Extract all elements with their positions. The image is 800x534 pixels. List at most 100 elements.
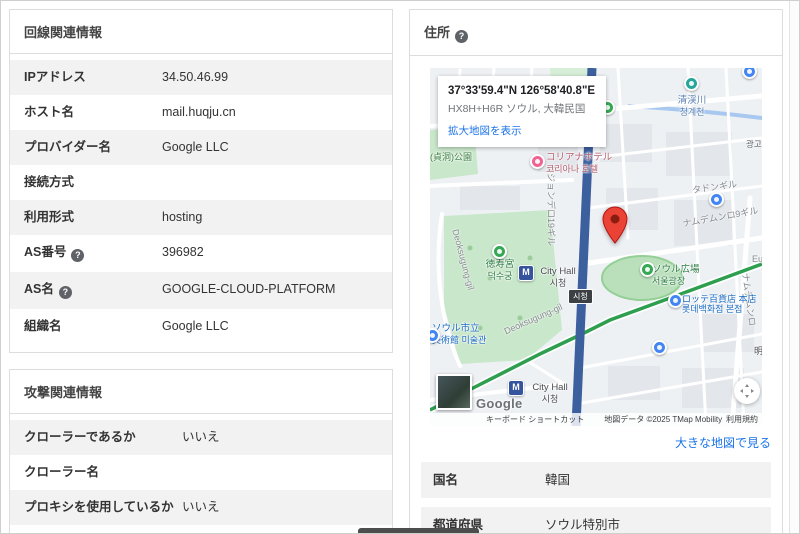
pan-arrows-icon <box>740 384 754 398</box>
label-kr: 청계천 <box>666 107 718 117</box>
table-row: 国名 韓国 <box>421 462 771 498</box>
label-jp: City Hall <box>540 266 575 277</box>
table-row: プロバイダー名 Google LLC <box>10 130 392 165</box>
row-label-text: プロキシを使用しているか <box>24 500 174 514</box>
help-icon[interactable] <box>455 30 468 43</box>
attack-info-title: 攻撃関連情報 <box>10 370 392 414</box>
plus-code-text: HX8H+H6R ソウル, 大韓民国 <box>448 101 596 116</box>
metro-station-icon[interactable]: M <box>508 380 524 396</box>
help-icon[interactable] <box>71 249 84 262</box>
row-label: 国名 <box>433 472 545 488</box>
row-label: AS名 <box>24 282 162 299</box>
row-label: ホスト名 <box>24 105 162 120</box>
street-label-euljiro: Euljiro <box>752 254 762 264</box>
terms-link[interactable]: 利用規約 <box>726 414 758 425</box>
map-attribution-bar: キーボード ショートカット 地図データ ©2025 TMap Mobility … <box>430 413 762 426</box>
table-row: ホスト名 mail.huqju.cn <box>10 95 392 130</box>
row-value <box>162 175 378 190</box>
left-column: 回線関連情報 IPアドレス 34.50.46.99 ホスト名 mail.huqj… <box>9 9 393 534</box>
label-jp: ソウル広場 <box>652 264 700 275</box>
coordinates-text: 37°33'59.4"N 126°58'40.8"E <box>448 85 596 97</box>
subway-station-badge: 시청 <box>568 289 593 304</box>
row-value: いいえ <box>182 430 378 445</box>
ip-lookup-page: 回線関連情報 IPアドレス 34.50.46.99 ホスト名 mail.huqj… <box>0 0 800 534</box>
row-label-text: AS番号 <box>24 245 66 259</box>
table-row: IPアドレス 34.50.46.99 <box>10 60 392 95</box>
row-label: クローラー名 <box>24 465 182 480</box>
row-label: IPアドレス <box>24 70 162 85</box>
row-label-text: AS名 <box>24 282 54 296</box>
right-column: 住所 <box>409 9 783 534</box>
address-card: 住所 <box>409 9 783 534</box>
map-label-park: (貞洞)公園 <box>430 152 472 162</box>
pan-control-button[interactable] <box>734 378 760 404</box>
map-label-deoksugung: 徳寿宮덕수궁 <box>476 260 524 281</box>
map-label-museum: ソウル市立美術館 미술관 <box>432 324 486 345</box>
map-label-lotte: ロッテ百貨店 本店롯데백화점 본점 <box>682 294 757 315</box>
help-icon[interactable] <box>59 286 72 299</box>
label-kr: 덕수궁 <box>476 271 524 281</box>
map-info-window: 37°33'59.4"N 126°58'40.8"E HX8H+H6R ソウル,… <box>438 76 606 147</box>
poi-icon[interactable] <box>709 192 724 207</box>
address-table: 国名 韓国 都道府県 ソウル特別市 <box>421 462 771 534</box>
row-value: いいえ <box>182 500 378 515</box>
google-logo[interactable]: Google <box>476 396 523 411</box>
row-value: mail.huqju.cn <box>162 105 378 120</box>
label-kr: 서울광장 <box>652 276 700 286</box>
row-label: 接続方式 <box>24 175 162 190</box>
row-value: Google LLC <box>162 319 378 334</box>
poi-icon[interactable] <box>652 340 667 355</box>
map-label-city-hall: City Hall시청 <box>530 267 586 288</box>
ad-label: 광고 <box>746 138 762 150</box>
line-info-table: IPアドレス 34.50.46.99 ホスト名 mail.huqju.cn プロ… <box>10 54 392 352</box>
big-map-link-row: 大きな地図で見る <box>421 434 771 452</box>
row-label-text: プロバイダー名 <box>24 140 111 154</box>
row-value <box>182 465 378 480</box>
row-value: 396982 <box>162 245 378 262</box>
row-label-text: 利用形式 <box>24 210 74 224</box>
row-label-text: ホスト名 <box>24 105 74 119</box>
row-label-text: 接続方式 <box>24 175 74 189</box>
street-label-myeongdong: 明洞 <box>754 344 762 357</box>
row-value: Google LLC <box>162 140 378 155</box>
row-label: クローラーであるか <box>24 430 182 445</box>
label-kr: 美術館 미술관 <box>432 335 486 345</box>
line-info-card: 回線関連情報 IPアドレス 34.50.46.99 ホスト名 mail.huqj… <box>9 9 393 353</box>
row-label-text: クローラーであるか <box>24 430 136 444</box>
line-info-title: 回線関連情報 <box>10 10 392 54</box>
row-label: 組織名 <box>24 319 162 334</box>
imagery-thumbnail[interactable] <box>436 374 472 410</box>
shopping-poi-icon[interactable] <box>668 293 683 308</box>
row-value: GOOGLE-CLOUD-PLATFORM <box>162 282 378 299</box>
label-jp: 清渓川 <box>678 95 707 106</box>
row-value: 34.50.46.99 <box>162 70 378 85</box>
table-row: クローラー名 <box>10 455 392 490</box>
plaza-poi-icon[interactable] <box>640 262 655 277</box>
label-jp: コリアナホテル <box>546 152 612 163</box>
row-label: AS番号 <box>24 245 162 262</box>
map-label-seoul-plaza: ソウル広場서울광장 <box>652 265 700 286</box>
attraction-poi-icon[interactable] <box>684 76 699 91</box>
page-scrollbar[interactable] <box>789 1 799 533</box>
view-larger-map-link[interactable]: 拡大地図を表示 <box>448 123 596 138</box>
label-kr: 시청 <box>530 278 586 288</box>
row-value: ソウル特別市 <box>545 517 620 533</box>
label-kr: 시청 <box>522 394 578 404</box>
map-label-koreana-hotel: コリアナホテル코리아나 호텔 <box>546 153 612 174</box>
metro-station-icon[interactable]: M <box>518 265 534 281</box>
google-map-embed[interactable]: 清渓川청계천 (貞洞)公園 コリアナホテル코리아나 호텔 徳寿宮덕수궁 City… <box>430 68 762 426</box>
map-pin-icon <box>602 206 628 244</box>
map-label-city-hall-2: City Hall시청 <box>522 383 578 404</box>
map-label-cheonggyecheon: 清渓川청계천 <box>666 96 718 117</box>
label-jp: 徳寿宮 <box>486 259 515 270</box>
hotel-poi-icon[interactable] <box>530 154 545 169</box>
view-big-map-link[interactable]: 大きな地図で見る <box>675 436 771 450</box>
row-label: 利用形式 <box>24 210 162 225</box>
label-jp: (貞洞)公園 <box>430 152 472 162</box>
address-title-text: 住所 <box>424 25 450 40</box>
row-label: プロキシを使用しているか <box>24 500 182 515</box>
keyboard-shortcuts-link[interactable]: キーボード ショートカット <box>486 414 584 425</box>
row-label: プロバイダー名 <box>24 140 162 155</box>
palace-poi-icon[interactable] <box>492 244 507 259</box>
bottom-partial-element <box>358 528 479 534</box>
